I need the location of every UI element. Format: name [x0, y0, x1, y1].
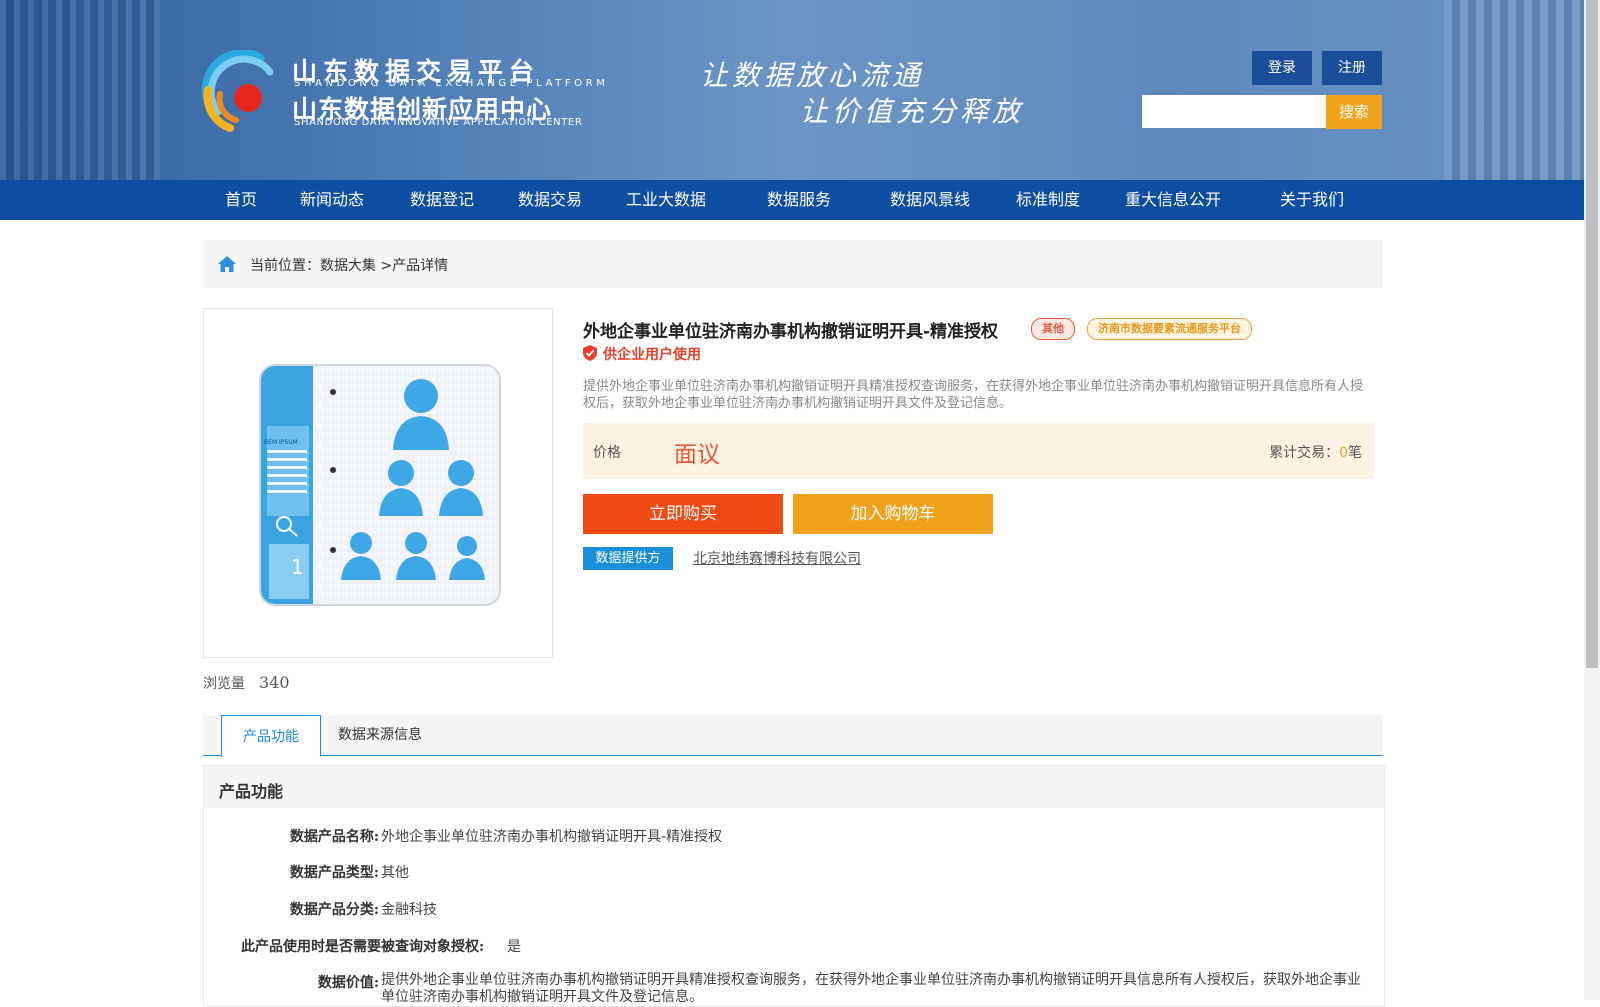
provider-name-link[interactable]: 北京地纬赛博科技有限公司: [693, 548, 861, 568]
info-row-label: 数据产品名称:: [289, 829, 379, 845]
register-button[interactable]: 注册: [1322, 51, 1382, 85]
section-title: 产品功能: [219, 782, 284, 801]
info-row-label: 数据价值:: [317, 975, 379, 991]
nav-item-trading[interactable]: 数据交易: [518, 180, 582, 220]
header-decoration-right: [1444, 0, 1584, 180]
header-decoration-left: [0, 0, 160, 180]
search-button[interactable]: 搜索: [1326, 95, 1382, 129]
trades-label: 累计交易：: [1269, 445, 1340, 461]
nav-item-standards[interactable]: 标准制度: [1016, 180, 1080, 220]
price-label: 价格: [593, 445, 621, 461]
buy-now-button[interactable]: 立即购买: [583, 494, 783, 534]
price-value: 面议: [674, 442, 720, 468]
info-row-value: 提供外地企事业单位驻济南办事机构撤销证明开具精准授权查询服务，在获得外地企事业单…: [381, 972, 1361, 1005]
info-row-label: 数据产品类型:: [289, 865, 379, 881]
logo-swirl-icon: [202, 50, 274, 132]
breadcrumb-separator: >: [380, 258, 393, 274]
nav-item-news[interactable]: 新闻动态: [300, 180, 364, 220]
tab-product-functions[interactable]: 产品功能: [221, 715, 321, 757]
shield-check-icon: [583, 345, 597, 361]
cumulative-trades: 累计交易：0笔: [1269, 442, 1362, 462]
info-row-label: 数据产品分类:: [289, 902, 379, 918]
info-row-value: 外地企事业单位驻济南办事机构撤销证明开具-精准授权: [381, 829, 723, 845]
breadcrumb-level-2: 产品详情: [392, 258, 449, 274]
platform-tag: 济南市数据要素流通服务平台: [1087, 318, 1252, 340]
product-description: 提供外地企事业单位驻济南办事机构撤销证明开具精准授权查询服务，在获得外地企事业单…: [583, 379, 1364, 411]
svg-text:1: 1: [291, 555, 304, 579]
site-logo[interactable]: 山东数据交易平台 SHANDONG DATA EXCHANGE PLATFORM…: [200, 46, 605, 136]
tab-data-source-info[interactable]: 数据来源信息: [338, 715, 422, 755]
breadcrumb-path: 当前位置：数据大集 >产品详情: [250, 255, 448, 275]
home-icon[interactable]: [217, 254, 237, 274]
slogan-line-2: 让价值充分释放: [800, 95, 1025, 128]
provider-label-badge: 数据提供方: [583, 547, 673, 570]
add-to-cart-button[interactable]: 加入购物车: [793, 494, 993, 534]
enterprise-only-text: 供企业用户使用: [603, 347, 701, 363]
nav-item-about[interactable]: 关于我们: [1280, 180, 1344, 220]
nav-item-home[interactable]: 首页: [225, 180, 257, 220]
view-count: 浏览量 340: [203, 673, 290, 693]
site-header: 山东数据交易平台 SHANDONG DATA EXCHANGE PLATFORM…: [0, 0, 1584, 180]
nav-item-registration[interactable]: 数据登记: [410, 180, 474, 220]
detail-tabs: 产品功能 数据来源信息: [203, 715, 1383, 757]
view-count-value: 340: [259, 673, 290, 692]
section-header: 产品功能: [204, 766, 1384, 808]
product-functions-section: 产品功能 数据产品名称: 外地企事业单位驻济南办事机构撤销证明开具-精准授权 数…: [203, 765, 1385, 1007]
nav-item-disclosure[interactable]: 重大信息公开: [1125, 180, 1221, 220]
nav-item-data-services[interactable]: 数据服务: [767, 180, 831, 220]
logo-subtitle-en: SHANDONG DATA INNOVATIVE APPLICATION CEN…: [294, 117, 583, 128]
image-caption-text: REM IPSUM: [264, 439, 298, 446]
view-count-label: 浏览量: [203, 676, 245, 692]
breadcrumb-prefix: 当前位置：: [250, 258, 320, 274]
product-image: REM IPSUM 1: [259, 364, 501, 606]
breadcrumb: 当前位置：数据大集 >产品详情: [203, 240, 1383, 288]
search-input[interactable]: [1142, 95, 1330, 128]
product-title: 外地企事业单位驻济南办事机构撤销证明开具-精准授权: [583, 322, 999, 342]
nav-item-data-landscape[interactable]: 数据风景线: [890, 180, 970, 220]
breadcrumb-level-1[interactable]: 数据大集: [320, 258, 376, 274]
product-illustration: REM IPSUM 1: [261, 366, 499, 604]
info-row-value: 是: [507, 939, 521, 955]
info-row-value: 金融科技: [381, 902, 437, 918]
nav-item-industrial-data[interactable]: 工业大数据: [626, 180, 706, 220]
price-panel: 价格 面议 累计交易：0笔: [583, 423, 1374, 479]
logo-title-en: SHANDONG DATA EXCHANGE PLATFORM: [294, 78, 609, 89]
login-button[interactable]: 登录: [1252, 51, 1312, 85]
main-nav: 首页 新闻动态 数据登记 数据交易 工业大数据 数据服务 数据风景线 标准制度 …: [0, 180, 1584, 220]
trades-count: 0: [1339, 445, 1348, 461]
scrollbar-thumb[interactable]: [1586, 0, 1598, 668]
page-scrollbar[interactable]: [1584, 0, 1600, 1000]
info-row-label: 此产品使用时是否需要被查询对象授权:: [241, 939, 485, 955]
trades-unit: 笔: [1348, 445, 1362, 461]
product-type-tag: 其他: [1031, 318, 1075, 340]
info-row-value: 其他: [381, 865, 409, 881]
slogan-line-1: 让数据放心流通: [700, 59, 925, 92]
product-image-frame: REM IPSUM 1: [203, 308, 553, 658]
